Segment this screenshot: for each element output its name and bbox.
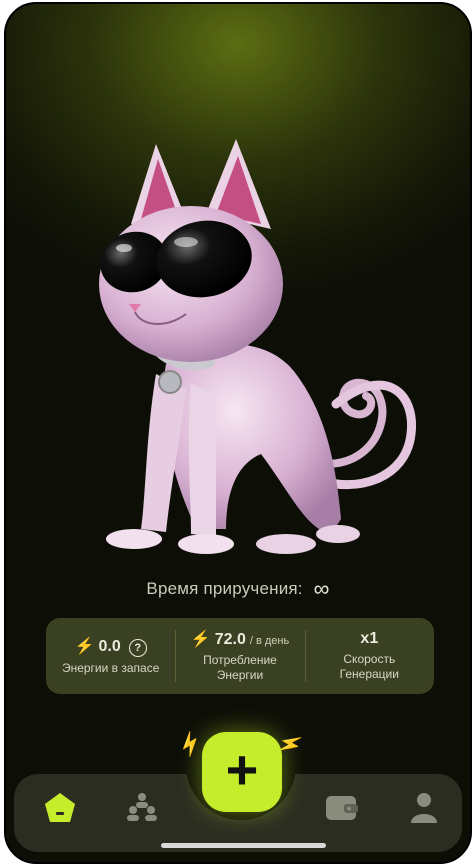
lightning-icon: ⚡ — [74, 638, 95, 655]
stat-label: Скорость Генерации — [339, 652, 399, 681]
stat-value: 72.0 — [214, 631, 246, 648]
nav-referrals[interactable] — [122, 788, 162, 828]
app-screen: Время приручения: ∞ ⚡ 0.0 ? Энергии в за… — [4, 2, 472, 864]
plus-icon: + — [225, 738, 259, 801]
profile-icon — [411, 793, 437, 823]
lightning-icon: ⚡ — [190, 631, 211, 648]
stat-value: 0.0 — [98, 638, 121, 655]
stat-label: Потребление Энергии — [203, 653, 277, 682]
nav-home[interactable] — [40, 788, 80, 828]
taming-time: Время приручения: ∞ — [6, 576, 470, 602]
stat-unit: / в день — [249, 635, 290, 647]
taming-time-label: Время приручения: — [146, 579, 303, 598]
nav-wallet[interactable] — [322, 788, 362, 828]
stat-value: x1 — [360, 630, 379, 647]
home-indicator — [161, 843, 326, 848]
taming-time-value: ∞ — [313, 576, 330, 601]
stat-label: Энергии в запасе — [61, 661, 160, 675]
cat-pet-illustration[interactable] — [86, 134, 426, 564]
stat-energy-consumption: ⚡ 72.0 / в день Потребление Энергии — [175, 618, 304, 694]
wallet-icon — [326, 796, 358, 820]
add-button[interactable]: + — [202, 732, 282, 812]
nav-profile[interactable] — [404, 788, 444, 828]
help-icon[interactable]: ? — [128, 639, 147, 657]
stat-generation-speed: x1 Скорость Генерации — [304, 618, 434, 694]
referral-icon — [127, 793, 157, 821]
stats-card: ⚡ 0.0 ? Энергии в запасе ⚡ 72.0 / в день… — [46, 618, 434, 694]
stat-energy-reserve: ⚡ 0.0 ? Энергии в запасе — [46, 618, 175, 694]
home-icon — [45, 793, 75, 822]
